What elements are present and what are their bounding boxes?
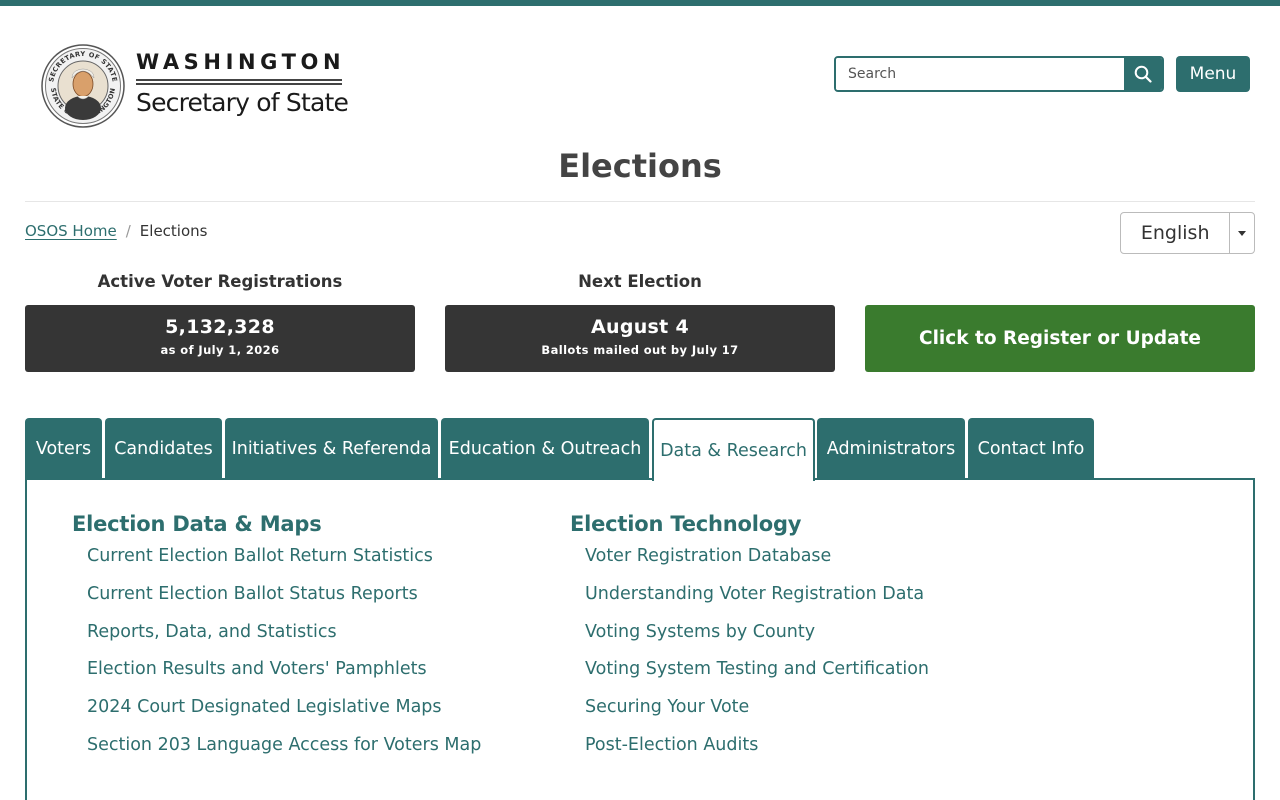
logo-subtitle: Secretary of State — [136, 88, 349, 117]
search-input[interactable] — [836, 58, 1126, 90]
breadcrumb-home-link[interactable]: OSOS Home — [25, 222, 117, 240]
link-understanding-registration-data[interactable]: Understanding Voter Registration Data — [585, 576, 929, 614]
caret-down-icon — [1238, 230, 1247, 236]
tab-data-research[interactable]: Data & Research — [652, 418, 815, 481]
washington-seal-icon: SECRETARY OF STATE STATE OF WASHINGTON — [41, 44, 125, 128]
next-election-label: Next Election — [578, 272, 702, 291]
election-data-maps-section: Election Data & Maps Current Election Ba… — [72, 512, 481, 765]
link-ballot-return-statistics[interactable]: Current Election Ballot Return Statistic… — [87, 538, 481, 576]
next-election-card: August 4 Ballots mailed out by July 17 — [445, 305, 835, 372]
breadcrumb-separator: / — [125, 222, 131, 240]
register-button[interactable]: Click to Register or Update — [865, 305, 1255, 372]
next-election-note: Ballots mailed out by July 17 — [541, 343, 739, 357]
top-accent-bar — [0, 0, 1280, 6]
link-securing-your-vote[interactable]: Securing Your Vote — [585, 689, 929, 727]
tab-education-outreach[interactable]: Education & Outreach — [441, 418, 649, 479]
registrations-card: 5,132,328 as of July 1, 2026 — [25, 305, 415, 372]
search-icon — [1134, 65, 1152, 83]
search-box — [834, 56, 1164, 92]
tab-initiatives-referenda[interactable]: Initiatives & Referenda — [225, 418, 438, 479]
page-title: Elections — [558, 147, 722, 185]
site-logo[interactable]: SECRETARY OF STATE STATE OF WASHINGTON W… — [41, 44, 349, 128]
link-legislative-maps[interactable]: 2024 Court Designated Legislative Maps — [87, 689, 481, 727]
tab-candidates[interactable]: Candidates — [105, 418, 222, 479]
language-dropdown-toggle[interactable] — [1229, 213, 1254, 253]
menu-button[interactable]: Menu — [1176, 56, 1250, 92]
link-reports-data-statistics[interactable]: Reports, Data, and Statistics — [87, 614, 481, 652]
search-button[interactable] — [1124, 58, 1162, 90]
language-select[interactable]: English — [1120, 212, 1255, 254]
section-heading: Election Data & Maps — [72, 512, 322, 536]
link-voting-systems-by-county[interactable]: Voting Systems by County — [585, 614, 929, 652]
link-testing-certification[interactable]: Voting System Testing and Certification — [585, 651, 929, 689]
registrations-label: Active Voter Registrations — [97, 272, 343, 291]
election-technology-section: Election Technology Voter Registration D… — [570, 512, 929, 765]
link-post-election-audits[interactable]: Post-Election Audits — [585, 727, 929, 765]
language-selected: English — [1140, 222, 1210, 244]
logo-rule — [136, 79, 342, 81]
breadcrumb: OSOS Home / Elections — [25, 222, 207, 240]
breadcrumb-current: Elections — [139, 222, 208, 240]
logo-rule — [136, 83, 342, 85]
link-voter-registration-database[interactable]: Voter Registration Database — [585, 538, 929, 576]
logo-wordmark: WASHINGTON — [136, 50, 346, 74]
link-section-203-map[interactable]: Section 203 Language Access for Voters M… — [87, 727, 481, 765]
link-election-results-pamphlets[interactable]: Election Results and Voters' Pamphlets — [87, 651, 481, 689]
link-ballot-status-reports[interactable]: Current Election Ballot Status Reports — [87, 576, 481, 614]
section-heading: Election Technology — [570, 512, 802, 536]
registrations-value: 5,132,328 — [165, 316, 275, 338]
tab-administrators[interactable]: Administrators — [817, 418, 965, 479]
next-election-value: August 4 — [591, 316, 689, 338]
tab-contact-info[interactable]: Contact Info — [968, 418, 1094, 479]
registrations-date: as of July 1, 2026 — [160, 343, 280, 357]
title-divider — [25, 201, 1255, 202]
tab-voters[interactable]: Voters — [25, 418, 102, 479]
